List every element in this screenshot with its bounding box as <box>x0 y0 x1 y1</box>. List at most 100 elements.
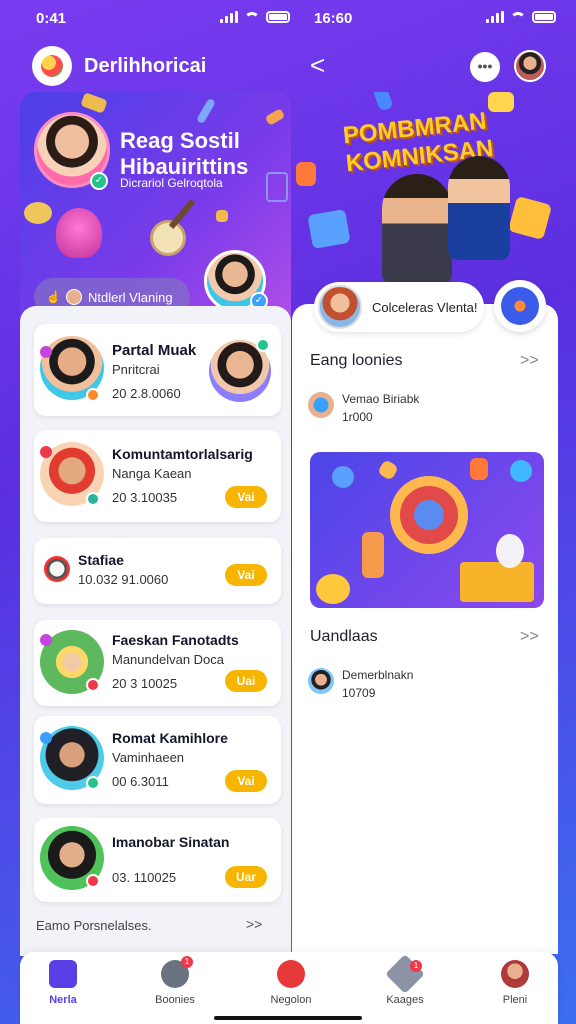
follow-button[interactable]: Vai <box>225 564 267 586</box>
monster-mascot <box>56 208 102 258</box>
chat-bubble-icon <box>307 208 351 250</box>
left-pane: Derlihhoricai ✓ Reag Sostil Hibauirittin… <box>0 0 291 1024</box>
home-icon <box>49 960 77 988</box>
banner-kid-right <box>448 156 510 260</box>
app-title: Derlihhoricai <box>84 54 207 77</box>
list-item[interactable]: Romat Kamihlore Vaminhaeen 00 6.3011 Vai <box>34 716 281 804</box>
back-button[interactable]: < <box>310 50 325 81</box>
nav-home[interactable]: Nerla <box>28 960 98 1006</box>
live-dot-icon <box>40 732 52 744</box>
emoji-icon <box>510 460 532 482</box>
detail-panel: Eang loonies >> Vemao Biriabk 1r000 Uand… <box>292 304 558 954</box>
bottom-nav: Nerla 1 Boonies Negolon 1 Kaages Pleni <box>20 952 558 1024</box>
home-indicator[interactable] <box>214 1016 362 1020</box>
music-note-icon <box>470 458 488 480</box>
action-fab[interactable] <box>494 280 546 332</box>
confetti-deco <box>296 162 316 186</box>
item-number: 1r000 <box>342 410 373 424</box>
creator-sub: Pnritcrai <box>112 362 160 377</box>
live-icon <box>277 960 305 988</box>
creator-avatar <box>44 556 70 582</box>
media-emblem <box>390 476 468 554</box>
document-icon <box>507 195 553 241</box>
nav-negolon[interactable]: Negolon <box>256 960 326 1006</box>
creator-sub: Nanga Kaean <box>112 466 192 481</box>
hero-title: Reag Sostil Hibauirittins <box>120 128 249 179</box>
follow-button[interactable]: Uar <box>225 866 267 888</box>
verified-icon: ✓ <box>90 172 108 190</box>
nav-label: Kaages <box>386 994 424 1006</box>
badge-icon <box>86 776 100 790</box>
list-item[interactable]: Imanobar Sinatan 03. 110025 Uar <box>34 818 281 902</box>
nav-label: Boonies <box>155 994 195 1006</box>
creator-number: 00 6.3011 <box>112 774 169 789</box>
item-name: Vemao Biriabk <box>342 392 420 406</box>
banner-kid-left <box>382 174 452 284</box>
nav-label: Pleni <box>502 994 528 1006</box>
app-header: Derlihhoricai <box>32 46 206 86</box>
profile-pill-label: Colceleras Vlenta! <box>372 299 478 315</box>
chevron-right-icon[interactable]: >> <box>520 628 539 646</box>
robot-figure <box>362 532 384 578</box>
notification-badge: 1 <box>410 960 422 972</box>
follow-button[interactable]: Vai <box>225 770 267 792</box>
chevron-right-icon[interactable]: >> <box>520 352 539 370</box>
profile-avatar-icon <box>501 960 529 988</box>
badge-icon <box>86 388 100 402</box>
music-note-icon <box>196 97 216 125</box>
app-logo[interactable] <box>32 46 72 86</box>
hero-banner[interactable]: ✓ Reag Sostil Hibauirittins Dicrariol Ge… <box>20 92 291 324</box>
logo-icon <box>41 55 63 77</box>
item-avatar <box>308 392 334 418</box>
list-item[interactable]: Partal Muak Pnritcrai 20 2.8.0060 <box>34 324 281 416</box>
profile-avatar[interactable] <box>514 50 546 82</box>
cheese-deco <box>24 202 52 224</box>
hero-pill-label: Ntdlerl Vlaning <box>88 289 173 305</box>
profile-pill[interactable]: Colceleras Vlenta! <box>314 282 484 332</box>
creator-number: 10.032 91.0060 <box>78 572 169 587</box>
creator-sub: Vaminhaeen <box>112 750 185 765</box>
list-item[interactable]: Faeskan Fanotadts Manundelvan Doca 20 3 … <box>34 620 281 706</box>
nav-boonies[interactable]: 1 Boonies <box>140 956 210 1006</box>
confetti-deco <box>377 459 399 481</box>
hero-subtitle: Dicrariol Gelroqtola <box>120 176 223 190</box>
more-options-button[interactable]: ••• <box>470 52 500 82</box>
item-number: 10709 <box>342 686 376 700</box>
emoji-icon <box>316 574 350 604</box>
creator-number: 20 3 10025 <box>112 676 178 691</box>
chevron-right-icon[interactable]: >> <box>246 916 262 932</box>
follow-button[interactable]: Vai <box>225 486 267 508</box>
section-title: Eang loonies <box>310 352 403 369</box>
list-item[interactable]: Stafiae 10.032 91.0060 Vai <box>34 538 281 604</box>
section-title: Uandlaas <box>310 628 378 645</box>
pill-avatar <box>318 285 362 329</box>
confetti-deco <box>372 92 394 112</box>
creator-number: 20 3.10035 <box>112 490 178 505</box>
follow-button[interactable]: Uai <box>225 670 267 692</box>
badge-icon <box>86 874 100 888</box>
pin-icon: 1 <box>161 956 193 988</box>
see-more-link[interactable]: Eamo Porsnelalses. <box>36 918 152 933</box>
item-name: Demerblnakn <box>342 668 414 682</box>
creator-list: Partal Muak Pnritcrai 20 2.8.0060 Komunt… <box>20 306 291 956</box>
emoji-icon <box>332 466 354 488</box>
confetti-deco <box>264 108 286 126</box>
creator-number: 03. 110025 <box>112 870 177 885</box>
badge-icon <box>86 678 100 692</box>
live-dot-icon <box>40 346 52 358</box>
badge-icon <box>86 492 100 506</box>
thumb-icon: ☝ <box>46 290 61 304</box>
confetti-deco <box>216 210 228 222</box>
creator-name: Partal Muak <box>112 342 197 359</box>
list-item[interactable]: Komuntamtorlalsarig Nanga Kaean 20 3.100… <box>34 430 281 522</box>
rocket-icon <box>501 287 539 325</box>
mascot-figure <box>496 534 524 568</box>
creator-name: Imanobar Sinatan <box>112 834 230 850</box>
nav-profile[interactable]: Pleni <box>480 960 550 1006</box>
live-dot-icon <box>40 446 52 458</box>
nav-kaages[interactable]: 1 Kaages <box>370 954 440 1006</box>
media-card[interactable] <box>310 452 544 608</box>
nav-label: Negolon <box>270 994 312 1006</box>
promo-banner[interactable]: POMBMRAN KOMNIKSAN <box>292 92 576 302</box>
banner-title: POMBMRAN KOMNIKSAN <box>341 107 495 178</box>
